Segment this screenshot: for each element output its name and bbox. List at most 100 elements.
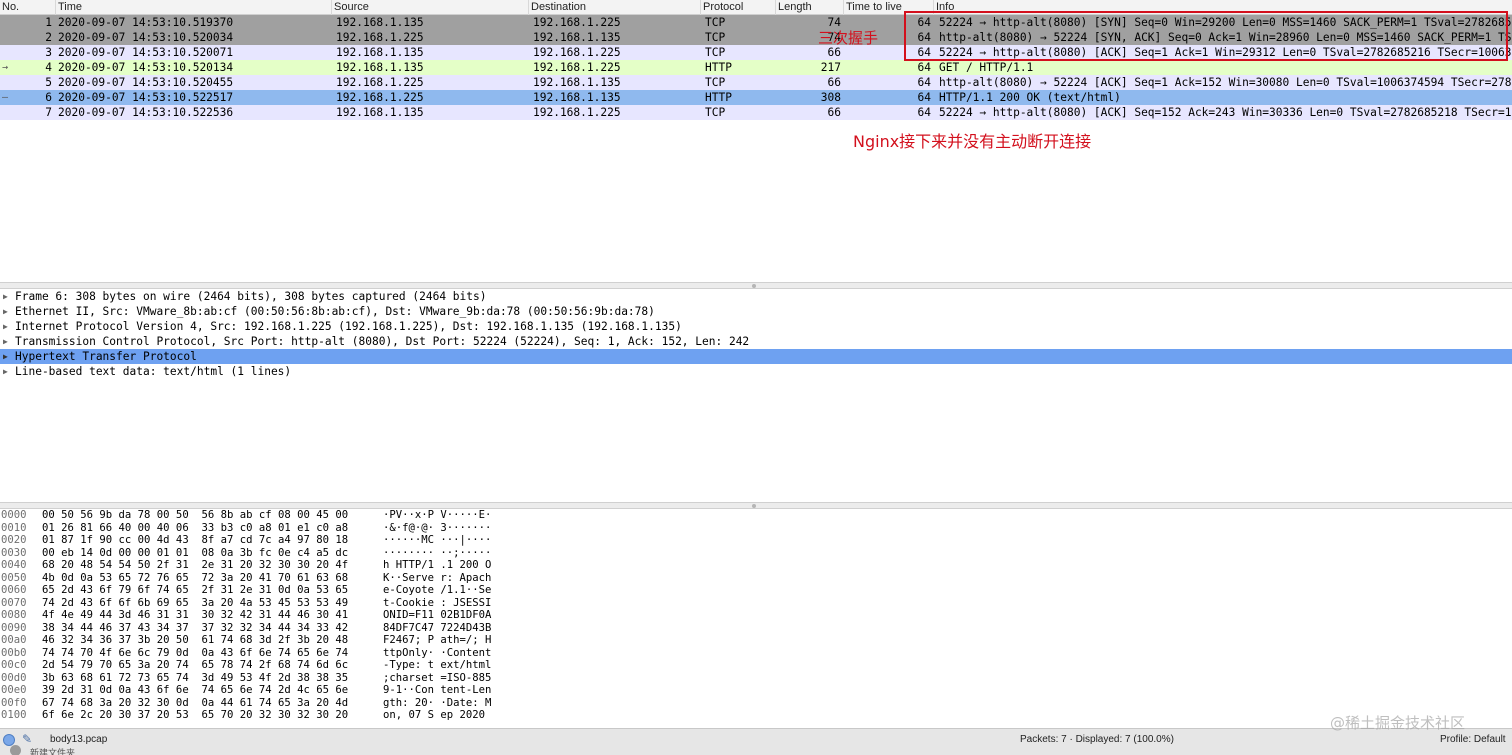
bytes-row[interactable]: 0010 01 26 81 66 40 00 40 06 33 b3 c0 a8 … bbox=[0, 522, 1512, 535]
bytes-ascii[interactable]: ······MC ···|···· bbox=[383, 534, 491, 547]
bytes-row[interactable]: 00c0 2d 54 79 70 65 3a 20 74 65 78 74 2f … bbox=[0, 659, 1512, 672]
bytes-offset: 00b0 bbox=[1, 646, 27, 659]
bytes-offset: 0090 bbox=[1, 621, 27, 634]
expand-triangle-icon[interactable]: ▶ bbox=[3, 349, 8, 364]
bytes-row[interactable]: 0020 01 87 1f 90 cc 00 4d 43 8f a7 cd 7c … bbox=[0, 534, 1512, 547]
expand-triangle-icon[interactable]: ▶ bbox=[3, 334, 8, 349]
bytes-ascii[interactable]: ttpOnly· ·Content bbox=[383, 647, 491, 660]
bytes-hex[interactable]: 3b 63 68 61 72 73 65 74 3d 49 53 4f 2d 3… bbox=[42, 672, 348, 685]
bytes-row[interactable]: 00d0 3b 63 68 61 72 73 65 74 3d 49 53 4f … bbox=[0, 672, 1512, 685]
bytes-hex[interactable]: 74 2d 43 6f 6f 6b 69 65 3a 20 4a 53 45 5… bbox=[42, 597, 348, 610]
bytes-row[interactable]: 0000 00 50 56 9b da 78 00 50 56 8b ab cf … bbox=[0, 509, 1512, 522]
packet-no: 2 bbox=[45, 31, 52, 44]
packet-source: 192.168.1.225 bbox=[336, 76, 424, 89]
expand-triangle-icon[interactable]: ▶ bbox=[3, 289, 8, 304]
detail-row-http-selected[interactable]: ▶ Hypertext Transfer Protocol bbox=[0, 349, 1512, 364]
bytes-row[interactable]: 0100 6f 6e 2c 20 30 37 20 53 65 70 20 32 … bbox=[0, 709, 1512, 722]
bytes-row[interactable]: 0040 68 20 48 54 54 50 2f 31 2e 31 20 32 … bbox=[0, 559, 1512, 572]
detail-row-text-data[interactable]: ▶ Line-based text data: text/html (1 line… bbox=[0, 364, 1512, 379]
bytes-hex[interactable]: 74 74 70 4f 6e 6c 79 0d 0a 43 6f 6e 74 6… bbox=[42, 647, 348, 660]
packet-row[interactable]: 7 2020-09-07 14:53:10.522536 192.168.1.1… bbox=[0, 105, 1512, 120]
bytes-hex[interactable]: 46 32 34 36 37 3b 20 50 61 74 68 3d 2f 3… bbox=[42, 634, 348, 647]
column-header-time[interactable]: Time bbox=[56, 0, 332, 15]
packet-list-pane[interactable]: No. Time Source Destination Protocol Len… bbox=[0, 0, 1512, 282]
packet-destination: 192.168.1.225 bbox=[533, 106, 621, 119]
bytes-hex[interactable]: 65 2d 43 6f 79 6f 74 65 2f 31 2e 31 0d 0… bbox=[42, 584, 348, 597]
profile-status[interactable]: Profile: Default bbox=[1440, 734, 1506, 745]
bytes-hex[interactable]: 6f 6e 2c 20 30 37 20 53 65 70 20 32 30 3… bbox=[42, 709, 348, 722]
bytes-hex[interactable]: 4b 0d 0a 53 65 72 76 65 72 3a 20 41 70 6… bbox=[42, 572, 348, 585]
bytes-row[interactable]: 00b0 74 74 70 4f 6e 6c 79 0d 0a 43 6f 6e … bbox=[0, 647, 1512, 660]
bytes-hex[interactable]: 67 74 68 3a 20 32 30 0d 0a 44 61 74 65 3… bbox=[42, 697, 348, 710]
packet-bytes-pane[interactable]: 0000 00 50 56 9b da 78 00 50 56 8b ab cf … bbox=[0, 509, 1512, 727]
bytes-ascii[interactable]: gth: 20· ·Date: M bbox=[383, 697, 491, 710]
detail-row-frame[interactable]: ▶ Frame 6: 308 bytes on wire (2464 bits),… bbox=[0, 289, 1512, 304]
bytes-ascii[interactable]: K··Serve r: Apach bbox=[383, 572, 491, 585]
bytes-ascii[interactable]: F2467; P ath=/; H bbox=[383, 634, 491, 647]
bytes-row[interactable]: 00e0 39 2d 31 0d 0a 43 6f 6e 74 65 6e 74 … bbox=[0, 684, 1512, 697]
bytes-row[interactable]: 0030 00 eb 14 0d 00 00 01 01 08 0a 3b fc … bbox=[0, 547, 1512, 560]
column-header-length[interactable]: Length bbox=[776, 0, 844, 15]
watermark: @稀土掘金技术社区 bbox=[1330, 714, 1466, 732]
bytes-ascii[interactable]: ·PV··x·P V·····E· bbox=[383, 509, 491, 522]
packet-protocol: TCP bbox=[705, 31, 726, 44]
packet-protocol: TCP bbox=[705, 16, 726, 29]
packet-row[interactable]: 5 2020-09-07 14:53:10.520455 192.168.1.2… bbox=[0, 75, 1512, 90]
expand-triangle-icon[interactable]: ▶ bbox=[3, 304, 8, 319]
bytes-ascii[interactable]: ;charset =ISO-885 bbox=[383, 672, 491, 685]
bytes-offset: 0060 bbox=[1, 584, 27, 596]
pane-splitter-bottom[interactable] bbox=[0, 502, 1512, 509]
edit-comment-icon[interactable]: ✎ bbox=[22, 732, 32, 746]
expand-triangle-icon[interactable]: ▶ bbox=[3, 319, 8, 334]
pane-splitter-top[interactable] bbox=[0, 282, 1512, 289]
bytes-ascii[interactable]: h HTTP/1 .1 200 O bbox=[383, 559, 491, 572]
bytes-hex[interactable]: 01 26 81 66 40 00 40 06 33 b3 c0 a8 01 e… bbox=[42, 522, 348, 535]
expand-triangle-icon[interactable]: ▶ bbox=[3, 364, 8, 379]
bytes-ascii[interactable]: ········ ··;····· bbox=[383, 547, 491, 560]
bytes-ascii[interactable]: ·&·f@·@· 3······· bbox=[383, 522, 491, 535]
column-header-source[interactable]: Source bbox=[332, 0, 529, 15]
bytes-row[interactable]: 00a0 46 32 34 36 37 3b 20 50 61 74 68 3d … bbox=[0, 634, 1512, 647]
bytes-offset: 00c0 bbox=[1, 659, 27, 671]
folder-icon bbox=[10, 745, 21, 755]
packet-row[interactable]: → 4 2020-09-07 14:53:10.520134 192.168.1… bbox=[0, 60, 1512, 75]
packet-protocol: HTTP bbox=[705, 61, 732, 74]
column-header-no[interactable]: No. bbox=[0, 0, 56, 15]
column-header-protocol[interactable]: Protocol bbox=[701, 0, 776, 15]
bytes-hex[interactable]: 38 34 44 46 37 43 34 37 37 32 32 34 44 3… bbox=[42, 622, 348, 635]
packet-info: http-alt(8080) → 52224 [ACK] Seq=1 Ack=1… bbox=[939, 76, 1512, 89]
bytes-row[interactable]: 00f0 67 74 68 3a 20 32 30 0d 0a 44 61 74 … bbox=[0, 697, 1512, 710]
bytes-ascii[interactable]: -Type: t ext/html bbox=[383, 659, 491, 672]
bytes-ascii[interactable]: 84DF7C47 7224D43B bbox=[383, 622, 491, 635]
detail-row-tcp[interactable]: ▶ Transmission Control Protocol, Src Port… bbox=[0, 334, 1512, 349]
bytes-ascii[interactable]: on, 07 S ep 2020 bbox=[383, 709, 491, 722]
packet-length: 217 bbox=[820, 61, 841, 74]
packet-info: HTTP/1.1 200 OK (text/html) bbox=[939, 91, 1121, 104]
detail-row-ip[interactable]: ▶ Internet Protocol Version 4, Src: 192.1… bbox=[0, 319, 1512, 334]
bytes-ascii[interactable]: ONID=F11 02B1DF0A bbox=[383, 609, 491, 622]
bytes-row[interactable]: 0090 38 34 44 46 37 43 34 37 37 32 32 34 … bbox=[0, 622, 1512, 635]
packet-details-pane[interactable]: ▶ Frame 6: 308 bytes on wire (2464 bits),… bbox=[0, 289, 1512, 502]
bytes-hex[interactable]: 00 50 56 9b da 78 00 50 56 8b ab cf 08 0… bbox=[42, 509, 348, 522]
bytes-ascii[interactable]: 9-1··Con tent-Len bbox=[383, 684, 491, 697]
packet-no: 6 bbox=[45, 91, 52, 104]
detail-row-ethernet[interactable]: ▶ Ethernet II, Src: VMware_8b:ab:cf (00:5… bbox=[0, 304, 1512, 319]
bytes-hex[interactable]: 4f 4e 49 44 3d 46 31 31 30 32 42 31 44 4… bbox=[42, 609, 348, 622]
bytes-offset: 0100 bbox=[1, 709, 27, 721]
column-header-destination[interactable]: Destination bbox=[529, 0, 701, 15]
bytes-hex[interactable]: 68 20 48 54 54 50 2f 31 2e 31 20 32 30 3… bbox=[42, 559, 348, 572]
packet-time: 2020-09-07 14:53:10.522517 bbox=[58, 91, 234, 104]
bytes-hex[interactable]: 2d 54 79 70 65 3a 20 74 65 78 74 2f 68 7… bbox=[42, 659, 348, 672]
bytes-hex[interactable]: 39 2d 31 0d 0a 43 6f 6e 74 65 6e 74 2d 4… bbox=[42, 684, 348, 697]
bytes-row[interactable]: 0050 4b 0d 0a 53 65 72 76 65 72 3a 20 41 … bbox=[0, 572, 1512, 585]
bytes-row[interactable]: 0060 65 2d 43 6f 79 6f 74 65 2f 31 2e 31 … bbox=[0, 584, 1512, 597]
bytes-hex[interactable]: 00 eb 14 0d 00 00 01 01 08 0a 3b fc 0e c… bbox=[42, 547, 348, 560]
bytes-ascii[interactable]: e-Coyote /1.1··Se bbox=[383, 584, 491, 597]
packet-row-selected[interactable]: — 6 2020-09-07 14:53:10.522517 192.168.1… bbox=[0, 90, 1512, 105]
bytes-row[interactable]: 0080 4f 4e 49 44 3d 46 31 31 30 32 42 31 … bbox=[0, 609, 1512, 622]
bytes-hex[interactable]: 01 87 1f 90 cc 00 4d 43 8f a7 cd 7c a4 9… bbox=[42, 534, 348, 547]
bytes-offset: 00f0 bbox=[1, 696, 27, 709]
packet-source: 192.168.1.225 bbox=[336, 31, 424, 44]
bytes-ascii[interactable]: t-Cookie : JSESSI bbox=[383, 597, 491, 610]
bytes-row[interactable]: 0070 74 2d 43 6f 6f 6b 69 65 3a 20 4a 53 … bbox=[0, 597, 1512, 610]
